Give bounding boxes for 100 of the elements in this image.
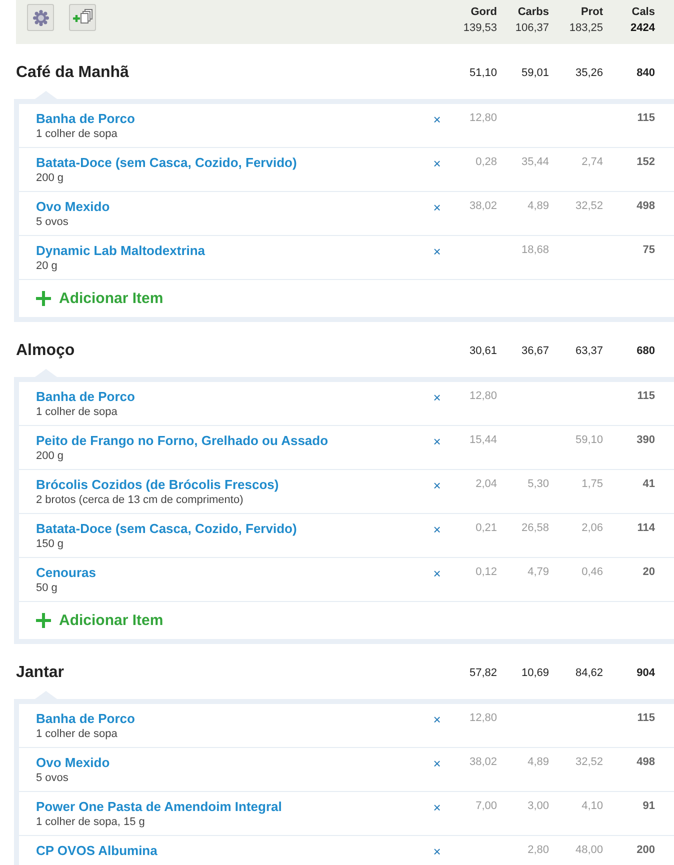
remove-button[interactable]: × [433, 389, 441, 406]
nutrient-value: 32,52 [575, 199, 603, 214]
nutrient-value: 390 [636, 433, 655, 448]
remove-button[interactable]: × [433, 843, 441, 860]
nutrient-value: 115 [637, 111, 655, 126]
serving-text: 2 brotos (cerca de 13 cm de comprimento) [36, 493, 244, 508]
nutrient-value: 3,00 [528, 799, 549, 814]
nutrient-value: 38,02 [469, 199, 497, 214]
nutrient-value: 115 [637, 711, 655, 726]
nutrient-value: 0,21 [476, 521, 497, 536]
food-link[interactable]: Brócolis Cozidos (de Brócolis Frescos) [36, 476, 279, 493]
column-header: Carbs [518, 5, 549, 19]
add-pages-icon [72, 8, 92, 26]
food-link[interactable]: Batata-Doce (sem Casca, Cozido, Fervido) [36, 154, 297, 171]
total-value: 183,25 [569, 21, 603, 36]
remove-button[interactable]: × [433, 243, 441, 260]
nutrient-value: 498 [636, 755, 655, 770]
remove-button[interactable]: × [433, 565, 441, 582]
remove-button[interactable]: × [433, 755, 441, 772]
serving-text: 200 g [36, 171, 64, 186]
total-value: 139,53 [463, 21, 497, 36]
nutrient-value: 38,02 [469, 755, 497, 770]
food-link[interactable]: CP OVOS Albumina [36, 842, 158, 859]
total-value: 2424 [630, 21, 655, 36]
nutrient-value: 152 [636, 155, 655, 170]
serving-text: 1 colher de sopa [36, 405, 118, 420]
total-value: 106,37 [515, 21, 549, 36]
nutrient-value: 32,52 [575, 755, 603, 770]
meal-total: 84,62 [575, 667, 603, 679]
add-copy-button[interactable] [69, 4, 96, 31]
serving-text: 50 g [36, 581, 58, 596]
meal-total: 10,69 [521, 667, 549, 679]
remove-button[interactable]: × [433, 799, 441, 816]
food-link[interactable]: Dynamic Lab Maltodextrina [36, 242, 206, 259]
meal-total: 904 [636, 667, 655, 679]
nutrient-value: 0,28 [476, 155, 497, 170]
nutrient-value: 0,12 [476, 565, 497, 580]
nutrient-value: 20 [642, 565, 655, 580]
meal-total: 57,82 [469, 667, 497, 679]
meal-total: 59,01 [521, 67, 549, 79]
meal-title: Almoço [16, 342, 75, 360]
food-link[interactable]: Banha de Porco [36, 110, 135, 127]
nutrient-value: 0,46 [582, 565, 603, 580]
food-link[interactable]: Ovo Mexido [36, 198, 110, 215]
nutrient-value: 26,58 [521, 521, 549, 536]
nutrient-value: 115 [637, 389, 655, 404]
remove-button[interactable]: × [433, 111, 441, 128]
food-link[interactable]: Cenouras [36, 564, 96, 581]
meal-total: 35,26 [575, 67, 603, 79]
remove-button[interactable]: × [433, 155, 441, 172]
nutrient-value: 2,74 [582, 155, 603, 170]
serving-text: 20 g [36, 259, 58, 274]
meal-total: 63,37 [575, 345, 603, 357]
add-item-button[interactable]: Adicionar Item [36, 290, 164, 307]
remove-button[interactable]: × [433, 521, 441, 538]
add-item-button[interactable]: Adicionar Item [36, 612, 164, 629]
nutrient-value: 75 [642, 243, 655, 258]
remove-button[interactable]: × [433, 477, 441, 494]
serving-text: 5 ovos [36, 215, 68, 230]
nutrient-value: 41 [642, 477, 655, 492]
nutrient-value: 200 [636, 843, 655, 858]
nutrient-value: 498 [636, 199, 655, 214]
plus-icon [36, 613, 51, 628]
meal-total: 36,67 [521, 345, 549, 357]
nutrient-value: 18,68 [521, 243, 549, 258]
serving-text: 1 colher de sopa [36, 127, 118, 142]
settings-icon [32, 10, 48, 26]
nutrient-value: 12,80 [469, 389, 497, 404]
serving-text: 1 colher de sopa, 15 g [36, 815, 145, 830]
food-link[interactable]: Power One Pasta de Amendoim Integral [36, 798, 282, 815]
serving-text: 1 colher de sopa [36, 727, 118, 742]
nutrient-value: 1,75 [582, 477, 603, 492]
nutrient-value: 2,06 [582, 521, 603, 536]
food-link[interactable]: Banha de Porco [36, 710, 135, 727]
remove-button[interactable]: × [433, 711, 441, 728]
nutrient-value: 5,30 [528, 477, 549, 492]
food-link[interactable]: Ovo Mexido [36, 754, 110, 771]
meal-total: 51,10 [469, 67, 497, 79]
remove-button[interactable]: × [433, 433, 441, 450]
meal-total: 30,61 [469, 345, 497, 357]
meal-title: Jantar [16, 664, 64, 682]
meal-total: 840 [636, 67, 655, 79]
food-link[interactable]: Banha de Porco [36, 388, 135, 405]
food-link[interactable]: Batata-Doce (sem Casca, Cozido, Fervido) [36, 520, 297, 537]
food-link[interactable]: Peito de Frango no Forno, Grelhado ou Assado [36, 432, 328, 449]
nutrient-value: 114 [637, 521, 655, 536]
nutrient-value: 59,10 [575, 433, 603, 448]
remove-button[interactable]: × [433, 199, 441, 216]
settings-button[interactable] [27, 4, 54, 31]
serving-text: 200 g [36, 449, 64, 464]
nutrient-value: 2,80 [528, 843, 549, 858]
nutrient-value: 4,89 [528, 199, 549, 214]
nutrient-value: 4,79 [528, 565, 549, 580]
column-header: Gord [470, 5, 497, 19]
nutrient-value: 4,89 [528, 755, 549, 770]
nutrient-value: 35,44 [521, 155, 549, 170]
nutrient-value: 12,80 [469, 111, 497, 126]
column-header: Cals [632, 5, 655, 19]
nutrient-value: 91 [642, 799, 655, 814]
serving-text: 5 ovos [36, 771, 68, 786]
